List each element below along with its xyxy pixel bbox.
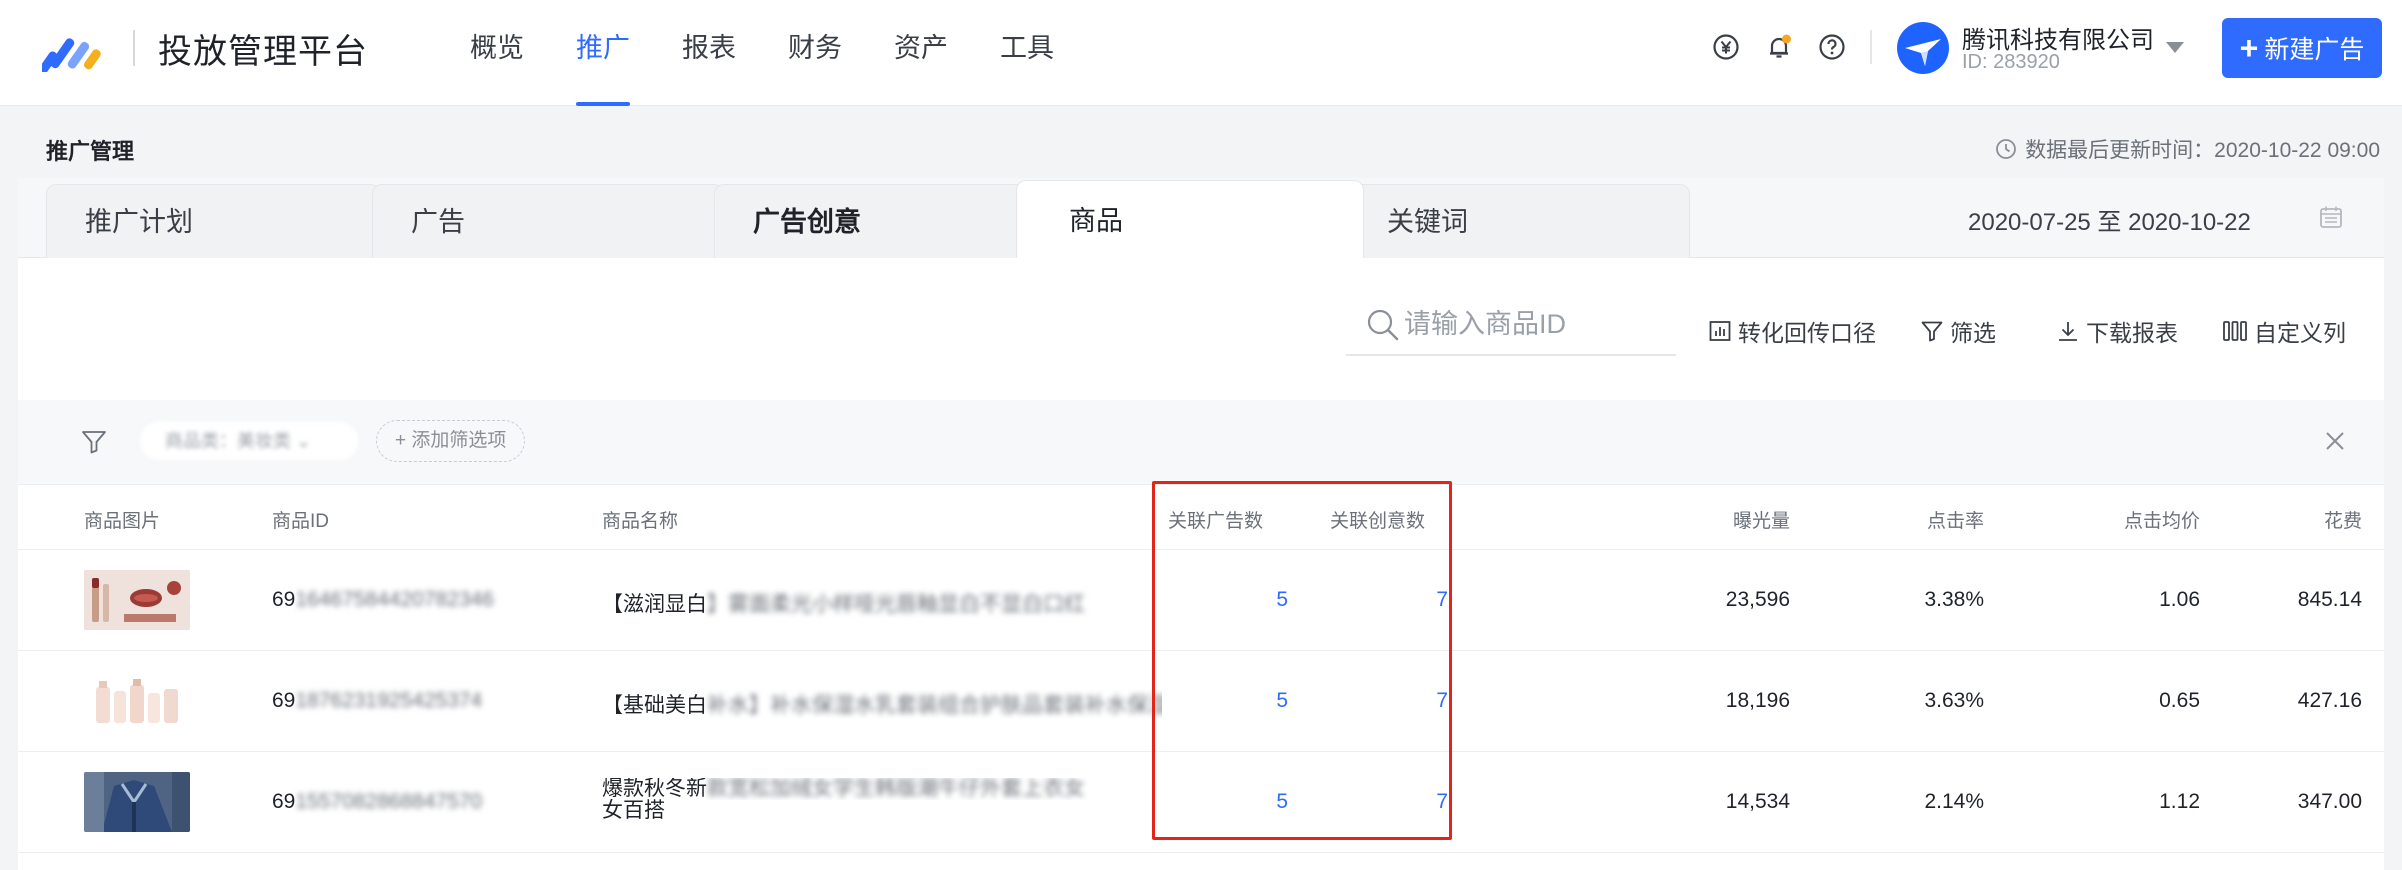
calendar-icon[interactable] — [2318, 204, 2344, 230]
download-report-label: 下载报表 — [2086, 320, 2178, 346]
col-header-cost[interactable]: 花费 — [2324, 506, 2362, 533]
data-update-time: 数据最后更新时间：2020-10-22 09:00 — [1995, 134, 2380, 164]
product-thumbnail-skincare — [84, 671, 190, 731]
product-id-search-input[interactable] — [1404, 302, 1664, 346]
tab-bar: 推广计划 广告 广告创意 关键词 商品 2020-07-25 至 2020-10… — [18, 178, 2384, 259]
product-id-masked: 16467584420782346 — [295, 588, 494, 611]
clock-icon — [1996, 139, 2017, 159]
product-name-prefix: 爆款秋冬新 — [602, 778, 707, 800]
product-search — [1346, 294, 1676, 356]
impressions: 23,596 — [1725, 588, 1790, 611]
tab-campaigns[interactable]: 推广计划 — [46, 184, 380, 258]
product-name-line-2: 女百搭 — [602, 799, 665, 822]
download-report-button[interactable]: 下载报表 — [2056, 314, 2178, 348]
product-name: 爆款秋冬新款宽松加绒女学生韩版潮牛仔外套上衣女 女百搭 — [602, 778, 1162, 822]
product-name-prefix: 【滋润显白 — [602, 593, 707, 616]
top-navigation-bar: 投放管理平台 概览 推广 报表 财务 资产 工具 腾讯科技有限公司 ID: 28… — [0, 0, 2402, 106]
platform-name: 投放管理平台 — [158, 33, 368, 71]
account-dropdown-caret-icon[interactable] — [2166, 42, 2184, 53]
tab-products[interactable]: 商品 — [1016, 180, 1364, 259]
product-id-prefix: 69 — [272, 689, 296, 712]
custom-columns-label: 自定义列 — [2254, 320, 2346, 346]
impressions: 14,534 — [1725, 790, 1790, 813]
col-header-impressions[interactable]: 曝光量 — [1733, 506, 1790, 533]
conversion-caliber-label: 转化回传口径 — [1738, 320, 1876, 346]
filter-chip-category[interactable]: 商品类：美妆类 ⌄ — [138, 420, 360, 462]
account-id: ID: 283920 — [1962, 51, 2060, 73]
product-id-masked: 1557082868847570 — [295, 790, 483, 813]
cost: 845.14 — [2297, 588, 2362, 611]
update-time-text: 数据最后更新时间：2020-10-22 09:00 — [2025, 139, 2380, 162]
cpc: 0.65 — [2159, 689, 2200, 712]
linked-columns-highlight — [1152, 481, 1452, 840]
conversion-caliber-button[interactable]: 转化回传口径 — [1708, 314, 1876, 348]
product-name-masked: 】雾面柔光小样哑光唇釉显白不显白口红 — [707, 593, 1085, 616]
platform-logo-icon[interactable] — [42, 26, 104, 72]
product-name-masked: 补水】补水保湿水乳套装组合护肤品套装补水保湿 — [707, 694, 1162, 717]
nav-item-reports[interactable]: 报表 — [682, 0, 736, 106]
product-name-prefix: 【基础美白 — [602, 694, 707, 717]
product-id-masked: 1876231925425374 — [295, 689, 483, 712]
bell-icon[interactable] — [1765, 33, 1793, 61]
tab-ads[interactable]: 广告 — [372, 184, 724, 258]
product-id: 691557082868847570 — [272, 790, 482, 814]
product-id: 691876231925425374 — [272, 689, 482, 713]
col-header-ctr[interactable]: 点击率 — [1927, 506, 1984, 533]
col-header-product-id: 商品ID — [272, 511, 330, 532]
filter-label: 筛选 — [1950, 320, 1996, 346]
impressions: 18,196 — [1725, 689, 1790, 712]
plus-icon: + — [2239, 30, 2259, 66]
product-name-masked: 款宽松加绒女学生韩版潮牛仔外套上衣女 — [707, 778, 1085, 800]
filter-button[interactable]: 筛选 — [1920, 314, 1996, 348]
ctr: 3.38% — [1924, 588, 1984, 611]
search-icon — [1367, 309, 1399, 341]
cost: 427.16 — [2297, 689, 2362, 712]
filter-bar: 商品类：美妆类 ⌄ + 添加筛选项 — [18, 400, 2384, 484]
close-icon[interactable] — [2324, 430, 2346, 452]
tab-ad-creatives[interactable]: 广告创意 — [714, 184, 1044, 258]
nav-item-tools[interactable]: 工具 — [1000, 0, 1054, 106]
bar-chart-icon — [1709, 321, 1731, 341]
col-header-cpc[interactable]: 点击均价 — [2124, 506, 2200, 533]
col-header-product-name: 商品名称 — [602, 511, 679, 532]
help-icon[interactable] — [1818, 33, 1846, 61]
ctr: 2.14% — [1924, 790, 1984, 813]
yen-coin-icon[interactable] — [1712, 33, 1740, 61]
airplane-icon — [1905, 39, 1941, 66]
main-nav: 概览 推广 报表 财务 资产 工具 — [470, 0, 1106, 106]
product-thumbnail-jacket — [84, 772, 190, 832]
product-id-prefix: 69 — [272, 588, 296, 611]
custom-columns-button[interactable]: 自定义列 — [2222, 314, 2346, 348]
product-thumbnail-lipstick — [84, 570, 190, 630]
brand-divider — [133, 30, 135, 66]
cpc: 1.12 — [2159, 790, 2200, 813]
cost: 347.00 — [2297, 790, 2362, 813]
nav-item-assets[interactable]: 资产 — [894, 0, 948, 106]
new-ad-button-label: 新建广告 — [2264, 36, 2365, 64]
account-name: 腾讯科技有限公司 — [1962, 27, 2154, 54]
page-title: 推广管理 — [46, 139, 135, 164]
nav-item-finance[interactable]: 财务 — [788, 0, 842, 106]
cpc: 1.06 — [2159, 588, 2200, 611]
product-name-line-1: 爆款秋冬新款宽松加绒女学生韩版潮牛仔外套上衣女 — [602, 778, 1162, 800]
download-icon — [2059, 322, 2077, 341]
tab-keywords[interactable]: 关键词 — [1348, 184, 1690, 258]
new-ad-button[interactable]: + 新建广告 — [2222, 18, 2382, 78]
product-id: 6916467584420782346 — [272, 588, 494, 612]
ctr: 3.63% — [1924, 689, 1984, 712]
account-avatar[interactable] — [1897, 22, 1949, 74]
toolbar-divider — [1870, 30, 1872, 64]
table-toolbar: 转化回传口径 筛选 下载报表 自定义列 — [18, 258, 2384, 400]
nav-item-overview[interactable]: 概览 — [470, 0, 524, 106]
col-header-image: 商品图片 — [84, 511, 161, 532]
add-filter-button[interactable]: + 添加筛选项 — [376, 420, 526, 462]
nav-item-promotion[interactable]: 推广 — [576, 0, 630, 106]
product-name: 【滋润显白】雾面柔光小样哑光唇釉显白不显白口红 — [602, 588, 1162, 618]
product-id-prefix: 69 — [272, 790, 296, 813]
columns-icon — [2223, 321, 2247, 341]
funnel-icon[interactable] — [80, 428, 108, 456]
product-name: 【基础美白补水】补水保湿水乳套装组合护肤品套装补水保湿 — [602, 689, 1162, 719]
funnel-icon — [1921, 321, 1943, 342]
date-range-picker[interactable]: 2020-07-25 至 2020-10-22 — [1968, 202, 2251, 237]
